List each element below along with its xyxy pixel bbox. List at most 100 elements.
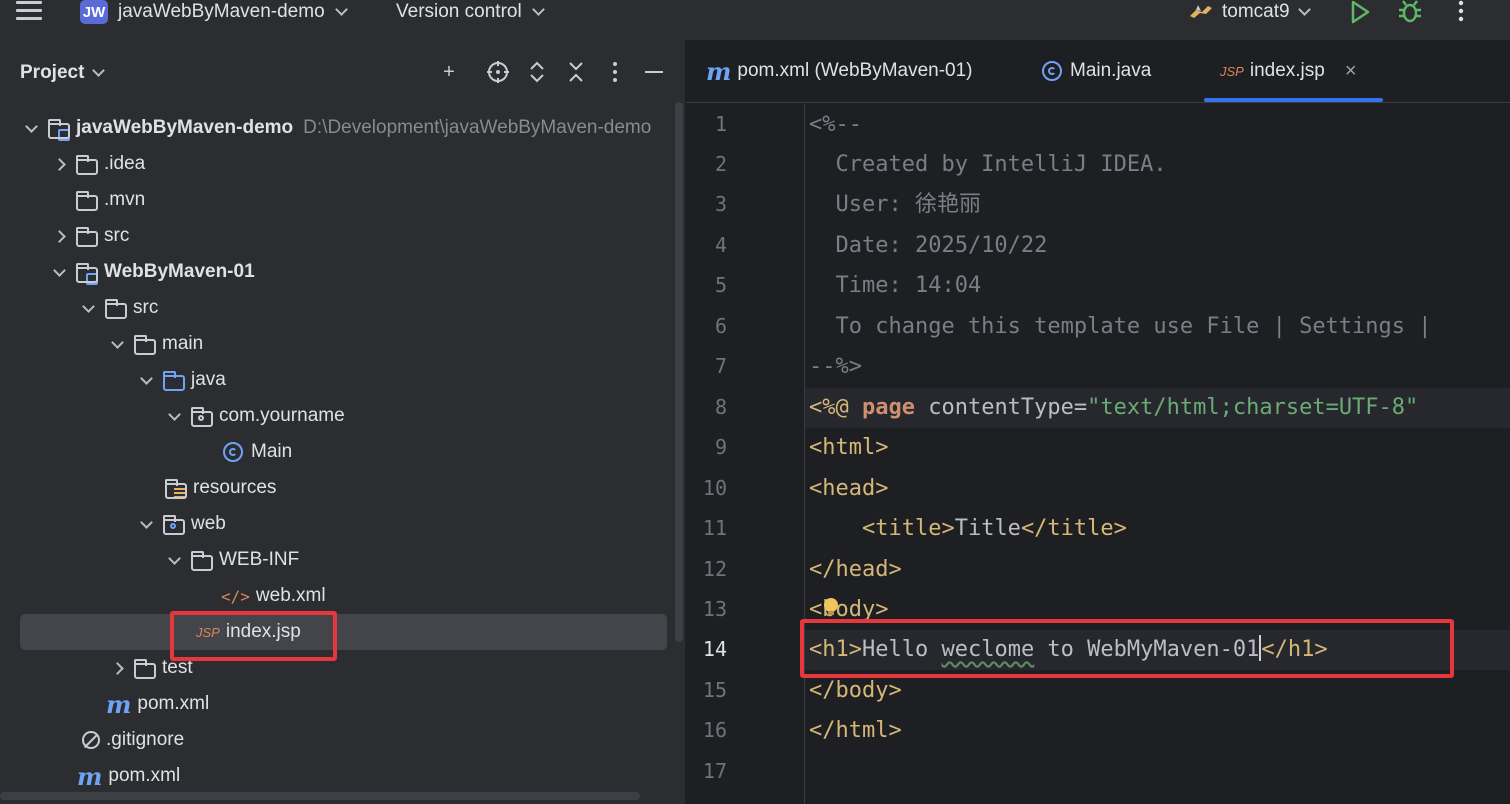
tree-item-web-xml[interactable]: </> web.xml [0,578,668,614]
expand-all-icon[interactable] [525,60,549,84]
line-number: 17 [702,759,727,783]
chevron-down-icon[interactable] [137,371,155,389]
code-line-1[interactable]: <%-- [809,105,862,145]
vertical-scrollbar[interactable] [675,102,683,642]
line-number: 13 [702,597,727,621]
tab-index-jsp[interactable]: JSP index.jsp × [1204,40,1382,102]
line-number: 5 [714,273,727,297]
code-line-16[interactable]: </html> [809,711,902,751]
main-menu-icon[interactable] [16,1,42,25]
run-icon[interactable] [1349,0,1371,24]
horizontal-scrollbar[interactable] [0,792,640,800]
chevron-down-icon[interactable] [50,263,68,281]
code-token: page [861,395,915,420]
code-line-6[interactable]: To change this template use File | Setti… [809,307,1431,347]
tree-item-label: .mvn [104,189,146,210]
module-folder-icon [48,119,70,141]
tree-item-root-pom[interactable]: m pom.xml [0,758,668,794]
code-line-2[interactable]: Created by IntelliJ IDEA. [809,145,1166,185]
chevron-down-icon[interactable] [165,407,183,425]
code-token: <title> [861,516,955,541]
line-number: 12 [702,557,727,581]
tree-item-label: pom.xml [108,765,181,786]
code-line-10[interactable]: <head> [809,469,888,509]
highlight-box-index-jsp [170,611,337,661]
code-line-4[interactable]: Date: 2025/10/22 [809,226,1047,266]
options-icon[interactable] [603,60,627,84]
line-number: 10 [702,476,727,500]
tree-item-resources[interactable]: resources [0,470,668,506]
tree-item-label: src [104,225,130,246]
package-icon [191,407,213,427]
intention-bulb-icon[interactable] [824,598,838,615]
tree-item-main-class[interactable]: Main [0,434,668,470]
debug-icon[interactable] [1397,0,1423,24]
maven-icon: m [106,689,132,719]
project-tool-window: Project + javaWebByMaven-demo D:\Develop… [0,40,685,804]
project-switcher[interactable]: JW javaWebByMaven-demo [80,0,348,24]
line-number: 15 [702,678,727,702]
chevron-down-icon [1297,2,1311,16]
editor-tabs: m pom.xml (WebByMaven-01) Main.java JSP … [686,40,1510,103]
close-icon[interactable]: × [1345,60,1357,83]
code-line-12[interactable]: </head> [809,550,902,590]
code-line-7[interactable]: --%> [809,347,862,387]
collapse-all-icon[interactable] [564,60,588,84]
tab-main-java[interactable]: Main.java [1042,40,1151,102]
tree-item-root-module[interactable]: javaWebByMaven-demo D:\Development\javaW… [0,110,668,146]
hide-panel-icon[interactable] [642,60,666,84]
more-actions-icon[interactable] [1456,0,1466,24]
project-panel-title: Project [20,62,85,83]
tree-item-java[interactable]: java [0,362,668,398]
tree-item-mvn[interactable]: .mvn [0,182,668,218]
tree-item-package[interactable]: com.yourname [0,398,668,434]
tree-item-main[interactable]: main [0,326,668,362]
folder-icon [76,227,98,247]
run-configuration-selector[interactable]: tomcat9 [1188,0,1311,24]
tree-item-webbymaven-01[interactable]: WebByMaven-01 [0,254,668,290]
new-element-icon[interactable]: + [437,60,461,84]
locate-file-icon[interactable] [486,60,510,84]
tree-item-label: web [191,513,226,534]
project-badge: JW [80,0,108,24]
editor-pane: m pom.xml (WebByMaven-01) Main.java JSP … [686,40,1510,804]
project-view-selector[interactable]: Project [20,62,106,84]
chevron-down-icon[interactable] [165,551,183,569]
tree-item-label: src [133,297,159,318]
chevron-down-icon[interactable] [108,335,126,353]
tree-item-web-inf[interactable]: WEB-INF [0,542,668,578]
chevron-down-icon [531,2,545,16]
tree-item-web[interactable]: web [0,506,668,542]
tree-item-gitignore[interactable]: .gitignore [0,722,668,758]
code-token: "text/html;charset=UTF-8" [1087,395,1419,420]
folder-icon [76,191,98,211]
code-line-3[interactable]: User: 徐艳丽 [809,185,980,225]
chevron-right-icon[interactable] [50,227,68,245]
folder-icon [76,155,98,175]
line-number: 2 [714,152,727,176]
code-line-5[interactable]: Time: 14:04 [809,266,981,306]
tree-item-idea[interactable]: .idea [0,146,668,182]
tree-item-label: javaWebByMaven-demo [76,117,294,138]
line-number: 6 [714,314,727,338]
version-control-menu[interactable]: Version control [396,0,545,24]
chevron-right-icon[interactable] [108,659,126,677]
code-line-9[interactable]: <html> [809,428,888,468]
tree-item-src[interactable]: src [0,218,668,254]
tree-item-index-jsp[interactable]: JSP index.jsp [20,614,667,650]
tree-item-module-src[interactable]: src [0,290,668,326]
tree-item-module-pom[interactable]: m pom.xml [0,686,668,722]
tree-item-label: web.xml [255,585,326,606]
chevron-right-icon[interactable] [50,155,68,173]
code-line-8[interactable]: <%@ page contentType="text/html;charset=… [809,388,1418,428]
tab-pom-xml[interactable]: m pom.xml (WebByMaven-01) [706,40,973,102]
tree-item-label: main [162,333,204,354]
chevron-down-icon[interactable] [22,119,40,137]
tree-item-label: .idea [104,153,146,174]
chevron-down-icon[interactable] [79,299,97,317]
code-line-11[interactable]: <title>Title</title> [809,509,1127,549]
main-toolbar: JW javaWebByMaven-demo Version control t… [0,0,1510,40]
chevron-down-icon[interactable] [137,515,155,533]
tree-item-label: com.yourname [219,405,345,426]
web-folder-icon [163,515,185,535]
